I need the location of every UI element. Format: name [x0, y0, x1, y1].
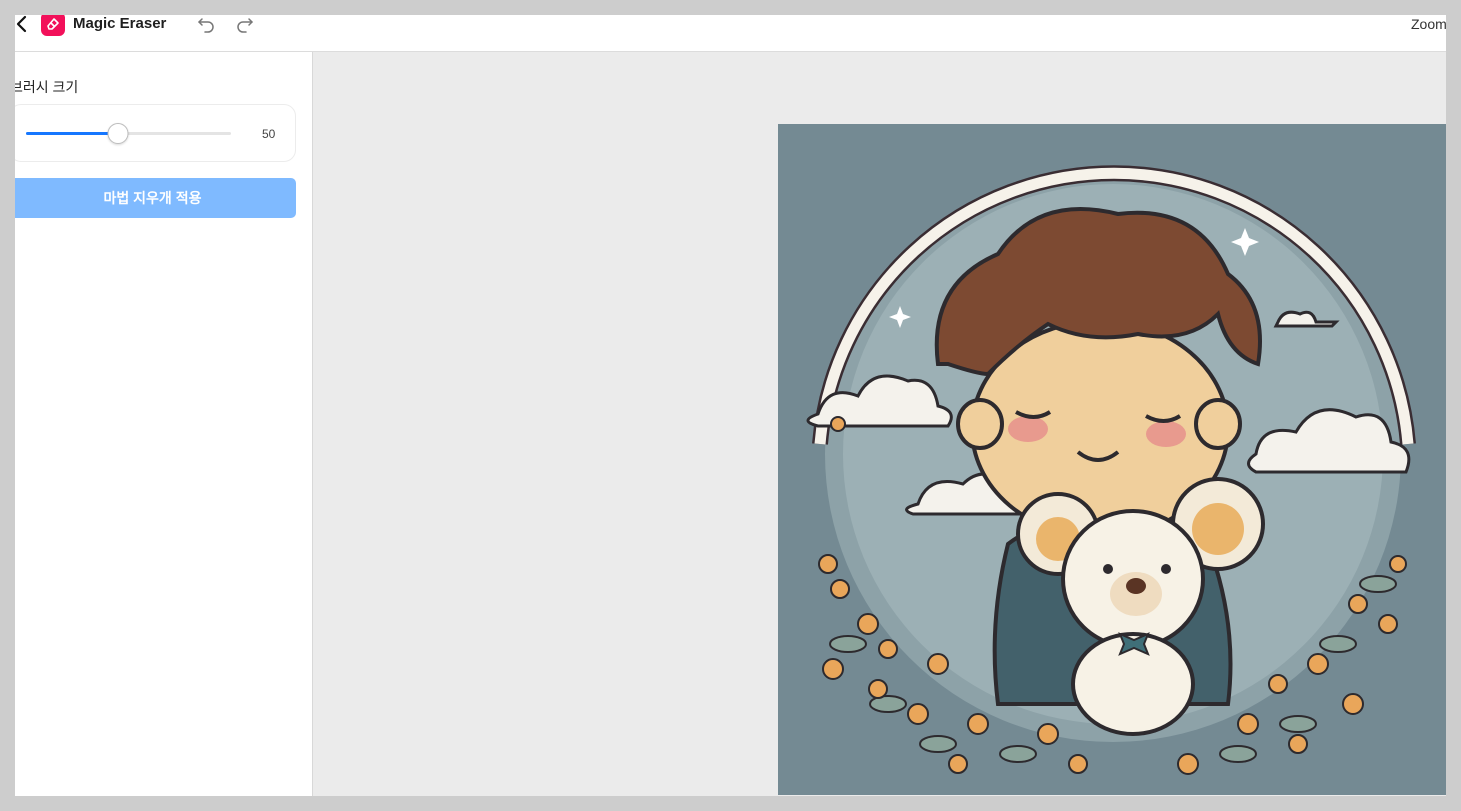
- zoom-label[interactable]: Zoom: [1411, 16, 1447, 32]
- app-logo: [41, 12, 65, 36]
- frame-top: [0, 0, 1461, 15]
- frame-left: [0, 0, 15, 811]
- eraser-icon: [47, 18, 59, 30]
- image-canvas[interactable]: [778, 124, 1449, 795]
- undo-button[interactable]: [196, 14, 216, 34]
- apply-magic-eraser-button[interactable]: 마법 지우개 적용: [9, 178, 296, 218]
- undo-icon: [198, 18, 214, 33]
- app-window: Magic Eraser Zoom 브러시 크기 50 마법 지우개 적용: [0, 0, 1461, 811]
- brush-size-slider[interactable]: [26, 123, 231, 144]
- redo-icon: [237, 18, 253, 33]
- brush-size-label: 브러시 크기: [10, 79, 79, 95]
- redo-button[interactable]: [235, 14, 255, 34]
- illustration-image: [806, 165, 1416, 775]
- back-button[interactable]: [12, 14, 32, 34]
- canvas-area: [313, 52, 1461, 811]
- brush-size-value: 50: [262, 127, 276, 141]
- sidebar-panel: 브러시 크기 50 마법 지우개 적용: [0, 52, 313, 811]
- brush-size-card: 50: [9, 104, 296, 162]
- frame-right: [1446, 0, 1461, 811]
- chevron-left-icon: [16, 15, 27, 33]
- frame-bottom: [0, 796, 1461, 811]
- slider-fill: [26, 132, 119, 135]
- app-title: Magic Eraser: [73, 15, 167, 32]
- slider-thumb[interactable]: [107, 123, 129, 144]
